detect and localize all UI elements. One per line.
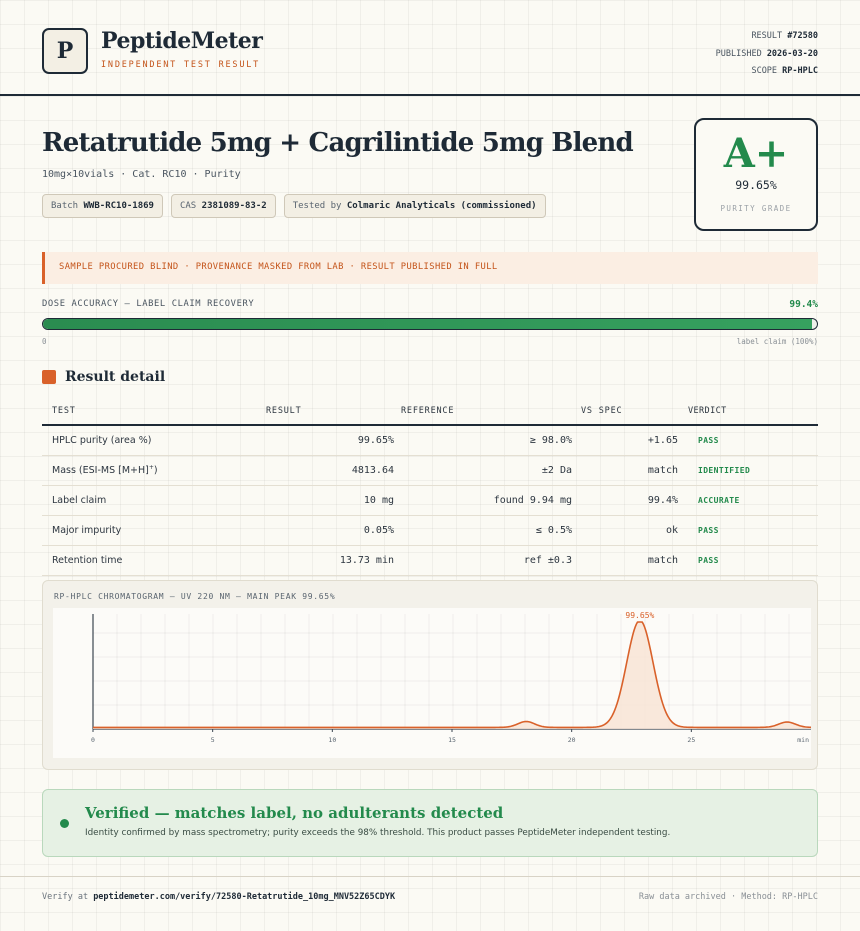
chromatogram-area (93, 622, 811, 729)
meta-published: PUBLISHED 2026-03-20 (715, 48, 818, 59)
logo-letter: P (56, 38, 74, 64)
x-tick-label: 0 (91, 736, 95, 744)
section-title: Result detail (65, 369, 166, 385)
cell-result: 10 mg (363, 495, 394, 506)
table-row: Mass (ESI-MS [M+H]+) 4813.64 ±2 Da match… (42, 456, 818, 486)
cell-test: Label claim (52, 495, 107, 506)
product-title: Retatrutide 5mg + Cagrilintide 5mg Blend (42, 128, 634, 158)
chromatogram-line (93, 621, 811, 729)
batch-chip: Batch WWB-RC10-1869 (42, 194, 163, 218)
table-header: TEST RESULT REFERENCE VS SPEC VERDICT (42, 398, 818, 426)
header-vs-spec: VS SPEC (581, 406, 623, 416)
cell-verdict: PASS (698, 556, 719, 565)
meta-result: RESULT #72580 (751, 31, 818, 41)
footer-verify: Verify at peptidemeter.com/verify/72580-… (42, 892, 396, 902)
dose-progress-fill (43, 319, 813, 329)
x-tick-label: 25 (687, 736, 695, 744)
report-meta: RESULT #72580 PUBLISHED 2026-03-20 SCOPE… (716, 28, 818, 81)
cell-test: Major impurity (52, 525, 122, 536)
peak-label: 99.65% (625, 611, 654, 620)
table-row: Retention time 13.73 min ref ±0.3 match … (42, 546, 818, 576)
footer-divider (0, 876, 860, 877)
product-chips: Batch WWB-RC10-1869 CAS 2381089-83-2 Tes… (42, 194, 546, 218)
chromatogram-title: RP-HPLC CHROMATOGRAM — UV 220 NM — MAIN … (54, 592, 336, 601)
verified-text: Identity confirmed by mass spectrometry;… (85, 828, 671, 838)
tested-by-chip: Tested by Colmaric Analyticals (commissi… (283, 194, 546, 218)
dose-bar-min: 0 (42, 337, 47, 346)
header-result: RESULT (266, 406, 302, 416)
x-unit-label: min (797, 736, 809, 744)
cell-vs-spec: match (647, 555, 678, 566)
cell-reference: ≥ 98.0% (529, 435, 572, 446)
brand-logo[interactable]: P (42, 28, 88, 74)
cell-verdict: IDENTIFIED (698, 466, 751, 475)
chromatogram-panel: RP-HPLC CHROMATOGRAM — UV 220 NM — MAIN … (42, 580, 818, 770)
results-table: TEST RESULT REFERENCE VS SPEC VERDICT HP… (42, 398, 818, 576)
cell-result: 13.73 min (339, 555, 394, 566)
cell-vs-spec: match (647, 465, 678, 476)
purity-grade-card: A+ 99.65% PURITY GRADE (694, 118, 818, 231)
cell-reference: found 9.94 mg (493, 495, 572, 506)
x-tick-label: 5 (211, 736, 215, 744)
product-subtitle: 10mg×10vials · Cat. RC10 · Purity (42, 169, 241, 180)
table-row: Major impurity 0.05% ≤ 0.5% ok PASS (42, 516, 818, 546)
cell-vs-spec: 99.4% (647, 495, 678, 506)
header-verdict: VERDICT (688, 406, 727, 416)
brand-tagline: INDEPENDENT TEST RESULT (101, 60, 261, 70)
verified-title: Verified — matches label, no adulterants… (85, 804, 504, 822)
cell-vs-spec: ok (665, 525, 678, 536)
cell-reference: ≤ 0.5% (535, 525, 572, 536)
verified-dot-icon (60, 819, 69, 828)
header-reference: REFERENCE (401, 406, 455, 416)
blind-sample-notice: SAMPLE PROCURED BLIND · PROVENANCE MASKE… (42, 252, 818, 284)
cell-vs-spec: +1.65 (647, 435, 678, 446)
cell-verdict: ACCURATE (698, 496, 740, 505)
chromatogram-plot: 99.65% 0 5 10 15 20 25 min (53, 608, 811, 758)
meta-scope: SCOPE RP-HPLC (751, 66, 818, 76)
cell-result: 99.65% (357, 435, 394, 446)
dose-progress-bar (42, 318, 818, 330)
section-marker-icon (42, 370, 56, 384)
table-row: Label claim 10 mg found 9.94 mg 99.4% AC… (42, 486, 818, 516)
x-tick-label: 10 (328, 736, 336, 744)
chromatogram-svg: 99.65% 0 5 10 15 20 25 min (91, 611, 811, 744)
cell-test: HPLC purity (area %) (52, 435, 152, 446)
dose-accuracy-value: 99.4% (789, 299, 818, 310)
cell-test: Mass (ESI-MS [M+H]+) (52, 464, 158, 477)
verified-banner: Verified — matches label, no adulterants… (42, 789, 818, 857)
brand-name[interactable]: PeptideMeter (101, 28, 263, 54)
grade-letter: A+ (723, 130, 789, 177)
grade-value: 99.65% (735, 178, 777, 192)
footer-raw-data: Raw data archived · Method: RP-HPLC (638, 892, 818, 902)
cell-reference: ref ±0.3 (523, 555, 572, 566)
grade-label: PURITY GRADE (720, 204, 792, 213)
table-row: HPLC purity (area %) 99.65% ≥ 98.0% +1.6… (42, 426, 818, 456)
cell-test: Retention time (52, 555, 123, 566)
cell-reference: ±2 Da (541, 465, 572, 476)
x-tick-label: 20 (568, 736, 576, 744)
cell-verdict: PASS (698, 436, 719, 445)
report-header: P PeptideMeter INDEPENDENT TEST RESULT R… (0, 0, 860, 96)
dose-accuracy-label: DOSE ACCURACY — LABEL CLAIM RECOVERY (42, 299, 255, 309)
cell-result: 0.05% (363, 525, 394, 536)
verify-link[interactable]: peptidemeter.com/verify/72580-Retatrutid… (93, 892, 395, 902)
cell-verdict: PASS (698, 526, 719, 535)
cell-result: 4813.64 (351, 465, 394, 476)
header-test: TEST (52, 406, 76, 416)
dose-bar-max: label claim (100%) (736, 337, 818, 346)
cas-chip: CAS 2381089-83-2 (170, 194, 276, 218)
x-tick-label: 15 (448, 736, 456, 744)
